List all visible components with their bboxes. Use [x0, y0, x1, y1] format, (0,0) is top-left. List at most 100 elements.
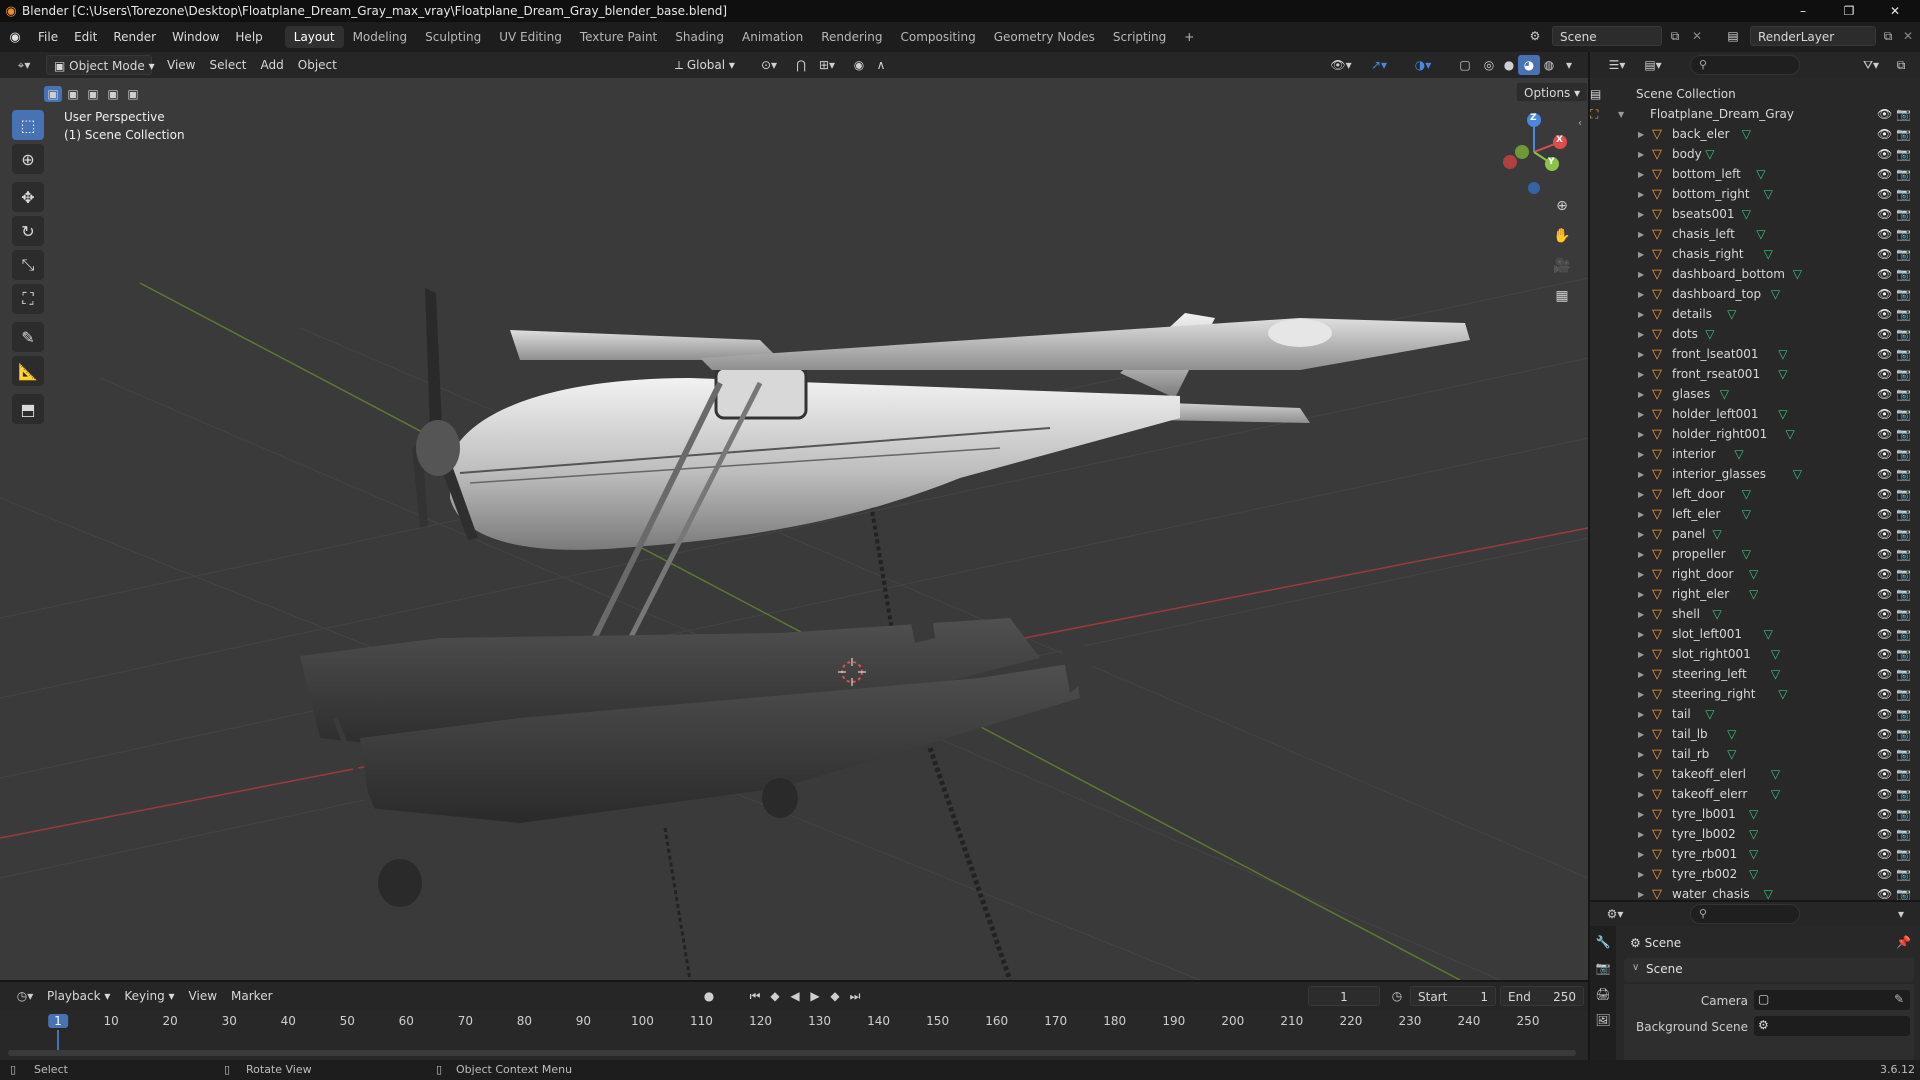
visibility-eye-icon[interactable]: 👁: [1877, 807, 1892, 821]
mesh-data-icon[interactable]: ▽: [1764, 187, 1773, 201]
expand-toggle-icon[interactable]: ▶: [1638, 450, 1644, 459]
render-camera-icon[interactable]: 📷: [1896, 767, 1911, 781]
menu-window[interactable]: Window: [164, 26, 227, 48]
render-camera-icon[interactable]: 📷: [1896, 567, 1911, 581]
mesh-data-icon[interactable]: ▽: [1749, 587, 1758, 601]
render-camera-icon[interactable]: 📷: [1896, 387, 1911, 401]
render-camera-icon[interactable]: 📷: [1896, 527, 1911, 541]
select-extend-icon[interactable]: ▣: [64, 86, 82, 102]
visibility-eye-icon[interactable]: 👁: [1877, 387, 1892, 401]
expand-toggle-icon[interactable]: ▶: [1638, 230, 1644, 239]
outliner-item-slot-right001[interactable]: ▶ ▽ slot_right001 ▽ 👁 📷: [1590, 644, 1920, 664]
material-shading-icon[interactable]: ◕: [1518, 55, 1540, 75]
render-camera-icon[interactable]: 📷: [1896, 347, 1911, 361]
new-collection-icon[interactable]: ⧉: [1890, 55, 1912, 75]
blender-menu-icon[interactable]: ◉: [0, 30, 30, 45]
outliner-item-steering-left[interactable]: ▶ ▽ steering_left ▽ 👁 📷: [1590, 664, 1920, 684]
annotate-tool-icon[interactable]: ✎: [12, 322, 44, 352]
display-mode-icon[interactable]: ▤▾: [1638, 55, 1668, 75]
outliner-item-front-rseat001[interactable]: ▶ ▽ front_rseat001 ▽ 👁 📷: [1590, 364, 1920, 384]
frame-ruler[interactable]: 1 10 20 30 40 50 60 70 80 90 100 110 120 130 140 150 160…: [0, 1010, 1588, 1056]
expand-toggle-icon[interactable]: ▶: [1638, 350, 1644, 359]
visibility-eye-icon[interactable]: 👁: [1877, 767, 1892, 781]
outliner-search-input[interactable]: ⚲: [1690, 55, 1800, 75]
visibility-eye-icon[interactable]: 👁: [1877, 647, 1892, 661]
mesh-data-icon[interactable]: ▽: [1742, 207, 1751, 221]
expand-toggle-icon[interactable]: ▶: [1638, 370, 1644, 379]
falloff-icon[interactable]: ∧: [870, 55, 892, 75]
overlay-toggle-icon[interactable]: ◑▾: [1408, 55, 1438, 75]
expand-toggle-icon[interactable]: ▶: [1638, 250, 1644, 259]
outliner-item-right-door[interactable]: ▶ ▽ right_door ▽ 👁 📷: [1590, 564, 1920, 584]
render-camera-icon[interactable]: 📷: [1896, 747, 1911, 761]
outliner-item-takeoff-elerl[interactable]: ▶ ▽ takeoff_elerl ▽ 👁 📷: [1590, 764, 1920, 784]
expand-toggle-icon[interactable]: ▶: [1638, 870, 1644, 879]
pivot-icon[interactable]: ⊙▾: [754, 55, 784, 75]
record-icon[interactable]: ●: [698, 986, 720, 1006]
add-cube-tool-icon[interactable]: ⬒: [12, 394, 44, 424]
render-camera-icon[interactable]: 📷: [1896, 267, 1911, 281]
render-camera-icon[interactable]: 📷: [1896, 627, 1911, 641]
snap-target-icon[interactable]: ⊞▾: [812, 55, 842, 75]
visibility-eye-icon[interactable]: 👁: [1877, 347, 1892, 361]
expand-toggle-icon[interactable]: ▶: [1638, 170, 1644, 179]
outliner-item-chasis-right[interactable]: ▶ ▽ chasis_right ▽ 👁 📷: [1590, 244, 1920, 264]
expand-toggle-icon[interactable]: ▶: [1638, 390, 1644, 399]
select-box-tool-icon[interactable]: ⬚: [12, 110, 44, 140]
visibility-eye-icon[interactable]: 👁: [1877, 207, 1892, 221]
expand-toggle-icon[interactable]: ▶: [1638, 270, 1644, 279]
expand-toggle-icon[interactable]: ▶: [1638, 210, 1644, 219]
mesh-data-icon[interactable]: ▽: [1749, 827, 1758, 841]
visibility-eye-icon[interactable]: 👁: [1877, 427, 1892, 441]
visibility-eye-icon[interactable]: 👁: [1877, 887, 1892, 900]
expand-toggle-icon[interactable]: ▶: [1638, 690, 1644, 699]
visibility-eye-icon[interactable]: 👁: [1877, 627, 1892, 641]
outliner-item-tyre-rb001[interactable]: ▶ ▽ tyre_rb001 ▽ 👁 📷: [1590, 844, 1920, 864]
render-camera-icon[interactable]: 📷: [1896, 787, 1911, 801]
menu-help[interactable]: Help: [227, 26, 270, 48]
visibility-eye-icon[interactable]: 👁: [1877, 367, 1892, 381]
outliner-item-dashboard-top[interactable]: ▶ ▽ dashboard_top ▽ 👁 📷: [1590, 284, 1920, 304]
expand-toggle-icon[interactable]: ▶: [1638, 770, 1644, 779]
navigation-gizmo[interactable]: Z X Y: [1494, 110, 1584, 194]
render-camera-icon[interactable]: 📷: [1896, 367, 1911, 381]
outliner-item-body[interactable]: ▶ ▽ body ▽ 👁 📷: [1590, 144, 1920, 164]
play-reverse-icon[interactable]: ◀: [784, 986, 806, 1006]
outliner-item-tail-lb[interactable]: ▶ ▽ tail_lb ▽ 👁 📷: [1590, 724, 1920, 744]
shading-options-icon[interactable]: ▾: [1558, 55, 1580, 75]
visibility-eye-icon[interactable]: 👁: [1877, 167, 1892, 181]
expand-toggle-icon[interactable]: ▶: [1638, 290, 1644, 299]
expand-toggle-icon[interactable]: ▶: [1638, 630, 1644, 639]
properties-search-input[interactable]: ⚲: [1690, 904, 1800, 924]
outliner-item-glases[interactable]: ▶ ▽ glases ▽ 👁 📷: [1590, 384, 1920, 404]
menu-select[interactable]: Select: [202, 55, 253, 75]
mesh-data-icon[interactable]: ▽: [1771, 767, 1780, 781]
expand-toggle-icon[interactable]: ▶: [1638, 410, 1644, 419]
menu-marker[interactable]: Marker: [224, 986, 279, 1006]
render-camera-icon[interactable]: 📷: [1896, 287, 1911, 301]
tab-geometry-nodes[interactable]: Geometry Nodes: [985, 26, 1104, 48]
snap-icon[interactable]: ⋂: [790, 55, 812, 75]
visibility-eye-icon[interactable]: 👁: [1877, 247, 1892, 261]
expand-toggle-icon[interactable]: ▶: [1638, 310, 1644, 319]
output-tab-icon[interactable]: 🖨: [1592, 984, 1614, 1004]
render-camera-icon[interactable]: 📷: [1896, 407, 1911, 421]
expand-toggle-icon[interactable]: ▶: [1638, 590, 1644, 599]
mesh-data-icon[interactable]: ▽: [1749, 847, 1758, 861]
render-camera-icon[interactable]: 📷: [1896, 147, 1911, 161]
render-camera-icon[interactable]: 📷: [1896, 447, 1911, 461]
expand-toggle-icon[interactable]: ▶: [1638, 150, 1644, 159]
render-camera-icon[interactable]: 📷: [1896, 167, 1911, 181]
close-window-button[interactable]: ✕: [1872, 0, 1918, 22]
camera-field[interactable]: ▢ ✎: [1754, 990, 1910, 1010]
render-camera-icon[interactable]: 📷: [1896, 847, 1911, 861]
expand-toggle-icon[interactable]: ▶: [1638, 810, 1644, 819]
outliner-item-back-eler[interactable]: ▶ ▽ back_eler ▽ 👁 📷: [1590, 124, 1920, 144]
outliner-item-left-eler[interactable]: ▶ ▽ left_eler ▽ 👁 📷: [1590, 504, 1920, 524]
mesh-data-icon[interactable]: ▽: [1742, 487, 1751, 501]
scene-selector[interactable]: Scene: [1552, 26, 1662, 46]
properties-editor-type-icon[interactable]: ⚙▾: [1600, 904, 1630, 924]
xray-icon[interactable]: ▢: [1454, 55, 1476, 75]
visibility-eye-icon[interactable]: 👁: [1877, 667, 1892, 681]
move-tool-icon[interactable]: ✥: [12, 182, 44, 212]
